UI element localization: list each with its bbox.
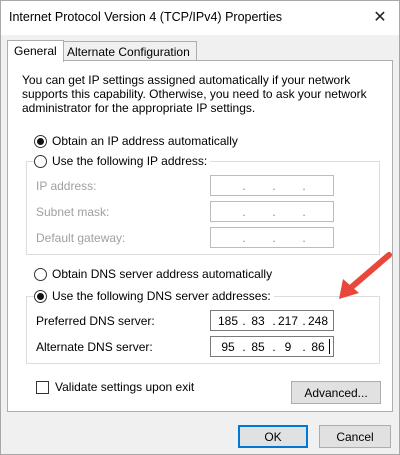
dns-auto-radio[interactable]: Obtain DNS server address automatically — [34, 267, 276, 281]
dns-manual-radio[interactable]: Use the following DNS server addresses: — [34, 289, 274, 303]
dns-auto-label: Obtain DNS server address automatically — [52, 267, 273, 281]
radio-unchecked-icon — [34, 154, 47, 168]
text-caret — [329, 339, 330, 354]
general-tab-panel: You can get IP settings assigned automat… — [7, 60, 393, 412]
tab-general[interactable]: General — [7, 40, 64, 62]
ip-manual-radio[interactable]: Use the following IP address: — [34, 154, 211, 168]
ip-address-input[interactable]: . . . — [210, 175, 334, 196]
validate-settings-checkbox[interactable]: Validate settings upon exit — [36, 380, 194, 394]
tab-alternate-configuration[interactable]: Alternate Configuration — [60, 41, 197, 61]
default-gateway-input[interactable]: . . . — [210, 227, 334, 248]
ip-auto-label: Obtain an IP address automatically — [52, 134, 238, 148]
preferred-dns-octet-3: 217 — [277, 314, 299, 328]
ip-address-label: IP address: — [36, 179, 97, 193]
default-gateway-label: Default gateway: — [36, 231, 126, 245]
preferred-dns-octet-2: 83 — [251, 314, 265, 328]
description-text: You can get IP settings assigned automat… — [22, 73, 367, 115]
alternate-dns-label: Alternate DNS server: — [36, 340, 153, 354]
subnet-mask-input[interactable]: . . . — [210, 201, 334, 222]
preferred-dns-octet-1: 185 — [217, 314, 239, 328]
advanced-button[interactable]: Advanced... — [291, 381, 381, 404]
checkbox-unchecked-icon — [36, 380, 49, 394]
cancel-button[interactable]: Cancel — [319, 425, 391, 448]
title-bar: Internet Protocol Version 4 (TCP/IPv4) P… — [1, 1, 399, 35]
radio-checked-icon — [34, 289, 47, 303]
validate-settings-label: Validate settings upon exit — [55, 380, 195, 394]
annotation-arrow-icon — [339, 252, 392, 299]
radio-unchecked-icon — [34, 267, 47, 281]
preferred-dns-label: Preferred DNS server: — [36, 314, 155, 328]
alternate-dns-input[interactable]: 95 . 85 . 9 . 86 — [210, 336, 334, 357]
dns-manual-label: Use the following DNS server addresses: — [52, 289, 271, 303]
ip-manual-label: Use the following IP address: — [52, 154, 208, 168]
ok-button[interactable]: OK — [238, 425, 308, 448]
preferred-dns-octet-4: 248 — [307, 314, 329, 328]
alternate-dns-octet-1: 95 — [221, 340, 235, 354]
radio-checked-icon — [34, 134, 47, 148]
alternate-dns-octet-3: 9 — [284, 340, 292, 354]
close-icon[interactable]: ✕ — [365, 3, 395, 31]
alternate-dns-octet-2: 85 — [251, 340, 265, 354]
ip-auto-radio[interactable]: Obtain an IP address automatically — [34, 134, 241, 148]
dialog-window: Internet Protocol Version 4 (TCP/IPv4) P… — [0, 0, 400, 455]
alternate-dns-octet-4: 86 — [311, 340, 325, 354]
preferred-dns-input[interactable]: 185 . 83 . 217 . 248 — [210, 310, 334, 331]
window-title: Internet Protocol Version 4 (TCP/IPv4) P… — [9, 10, 283, 24]
subnet-mask-label: Subnet mask: — [36, 205, 110, 219]
